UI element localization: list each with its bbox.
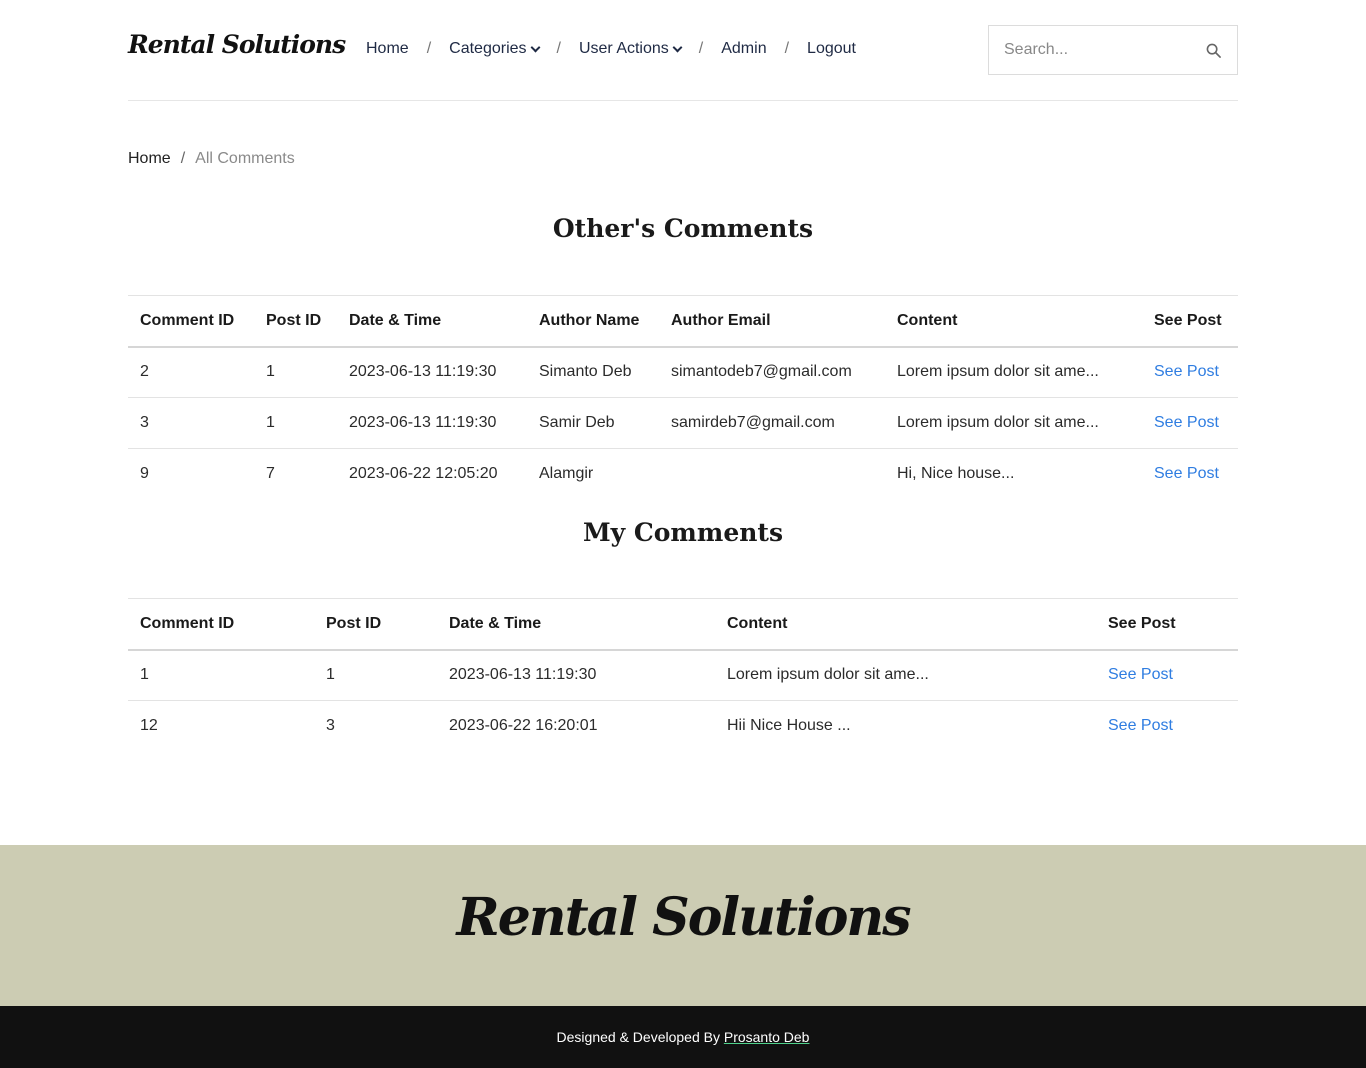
footer-credits: Designed & Developed By Prosanto Deb: [0, 1006, 1366, 1068]
see-post-cell: See Post: [1142, 346, 1238, 398]
others-comments-title: Other's Comments: [552, 214, 814, 243]
see-post-cell: See Post: [1096, 649, 1238, 701]
developer-link[interactable]: Prosanto Deb: [724, 1029, 810, 1045]
column-header: Comment ID: [128, 598, 314, 651]
nav-separator: /: [426, 40, 432, 57]
column-header: Post ID: [254, 295, 337, 348]
comment-id: 1: [128, 649, 314, 701]
chevron-down-icon: [672, 42, 683, 52]
column-header: Content: [715, 598, 1096, 651]
chevron-down-icon: [530, 42, 540, 52]
comment-id: 12: [140, 717, 158, 735]
footer-logo[interactable]: Rental Solutions: [0, 887, 1366, 948]
author-email: simantodeb7@gmail.com: [659, 346, 885, 398]
nav-home[interactable]: Home: [366, 40, 409, 58]
see-post-link[interactable]: See Post: [1154, 363, 1219, 380]
table-row: 12 3 2023-06-22 16:20:01 Hii Nice House …: [128, 701, 1238, 752]
post-id: 1: [314, 649, 437, 701]
column-header: Author Email: [659, 295, 885, 348]
main-nav: Home / Categories / User Actions / Admin…: [366, 40, 856, 58]
comment-content: Lorem ipsum dolor sit ame...: [885, 397, 1142, 449]
search-icon[interactable]: [1206, 43, 1221, 58]
column-header: Date & Time: [437, 598, 715, 651]
column-header: Date & Time: [337, 295, 527, 348]
author-name: Alamgir: [539, 465, 594, 483]
nav-user-actions-label: User Actions: [578, 40, 669, 57]
search-box: [988, 25, 1238, 75]
comment-content: Hii Nice House ...: [727, 717, 851, 735]
column-header: See Post: [1142, 295, 1238, 348]
others-comments-table: Comment ID Post ID Date & Time Author Na…: [128, 295, 1238, 500]
see-post-cell: See Post: [1142, 397, 1238, 449]
breadcrumb-current: All Comments: [195, 150, 295, 167]
nav-categories-label: Categories: [449, 40, 527, 57]
see-post-link[interactable]: See Post: [1108, 666, 1173, 683]
site-header: Rental Solutions Home / Categories / Use…: [128, 0, 1238, 101]
post-id: 1: [254, 397, 337, 449]
nav-logout[interactable]: Logout: [807, 40, 856, 58]
breadcrumb-separator: /: [180, 150, 186, 167]
author-email: samirdeb7@gmail.com: [659, 397, 885, 449]
table-row: 9 7 2023-06-22 12:05:20 Alamgir Hi, Nice…: [128, 449, 1238, 500]
column-header: See Post: [1096, 598, 1238, 651]
table-row: 3 1 2023-06-13 11:19:30 Samir Deb samird…: [128, 397, 1238, 449]
search-input[interactable]: [989, 41, 1189, 59]
column-header: Post ID: [314, 598, 437, 651]
my-comments-title: My Comments: [582, 518, 784, 547]
site-logo[interactable]: Rental Solutions: [128, 30, 346, 59]
comment-content: Lorem ipsum dolor sit ame...: [885, 346, 1142, 398]
see-post-link[interactable]: See Post: [1154, 465, 1219, 482]
column-header: Comment ID: [128, 295, 254, 348]
table-row: 1 1 2023-06-13 11:19:30 Lorem ipsum dolo…: [128, 649, 1238, 701]
my-comments-table: Comment ID Post ID Date & Time Content S…: [128, 598, 1238, 752]
author-name: Simanto Deb: [527, 346, 659, 398]
date-time: 2023-06-22 12:05:20: [349, 465, 498, 483]
author-email: [659, 449, 885, 500]
nav-separator: /: [784, 40, 790, 57]
table-header-row: Comment ID Post ID Date & Time Content S…: [128, 598, 1238, 651]
footer-brand-band: Rental Solutions: [0, 845, 1366, 1006]
nav-categories[interactable]: Categories: [449, 40, 540, 58]
comment-id: 2: [128, 346, 254, 398]
comment-id: 9: [140, 465, 149, 483]
date-time: 2023-06-13 11:19:30: [337, 397, 527, 449]
breadcrumb-home[interactable]: Home: [128, 150, 171, 168]
date-time: 2023-06-22 16:20:01: [449, 717, 598, 735]
credit-prefix: Designed & Developed By: [556, 1029, 720, 1045]
post-id: 3: [326, 717, 335, 735]
date-time: 2023-06-13 11:19:30: [337, 346, 527, 398]
table-header-row: Comment ID Post ID Date & Time Author Na…: [128, 295, 1238, 348]
date-time: 2023-06-13 11:19:30: [437, 649, 715, 701]
nav-separator: /: [698, 40, 704, 57]
table-row: 2 1 2023-06-13 11:19:30 Simanto Deb sima…: [128, 346, 1238, 398]
see-post-cell: See Post: [1142, 449, 1238, 500]
see-post-cell: See Post: [1096, 701, 1238, 752]
nav-admin[interactable]: Admin: [721, 40, 766, 58]
breadcrumb: Home / All Comments: [128, 150, 295, 168]
column-header: Content: [885, 295, 1142, 348]
nav-user-actions[interactable]: User Actions: [578, 40, 683, 58]
see-post-link[interactable]: See Post: [1108, 717, 1173, 734]
comment-content: Hi, Nice house...: [897, 465, 1015, 483]
post-id: 7: [266, 465, 275, 483]
post-id: 1: [254, 346, 337, 398]
nav-separator: /: [556, 40, 561, 57]
comment-content: Lorem ipsum dolor sit ame...: [715, 649, 1096, 701]
see-post-link[interactable]: See Post: [1154, 414, 1219, 431]
column-header: Author Name: [527, 295, 659, 348]
comment-id: 3: [128, 397, 254, 449]
author-name: Samir Deb: [527, 397, 659, 449]
